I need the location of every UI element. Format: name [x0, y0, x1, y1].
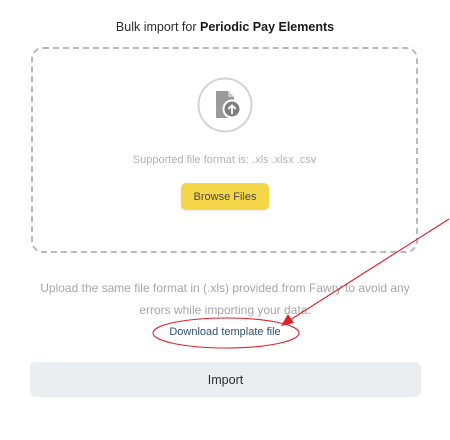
- title-entity: Periodic Pay Elements: [199, 20, 335, 34]
- file-upload-icon: [197, 77, 253, 133]
- import-button[interactable]: Import: [30, 362, 421, 397]
- file-dropzone[interactable]: Supported file format is: .xls .xlsx .cs…: [31, 47, 418, 253]
- upload-helper-text: Upload the same file format in (.xls) pr…: [40, 281, 410, 317]
- browse-files-button[interactable]: Browse Files: [181, 183, 269, 210]
- supported-formats-text: Supported file format is: .xls .xlsx .cs…: [132, 154, 317, 166]
- download-template-link[interactable]: Download template file: [0, 326, 450, 338]
- title-prefix: Bulk import for: [115, 20, 200, 34]
- page-title: Bulk import for Periodic Pay Elements: [0, 20, 450, 34]
